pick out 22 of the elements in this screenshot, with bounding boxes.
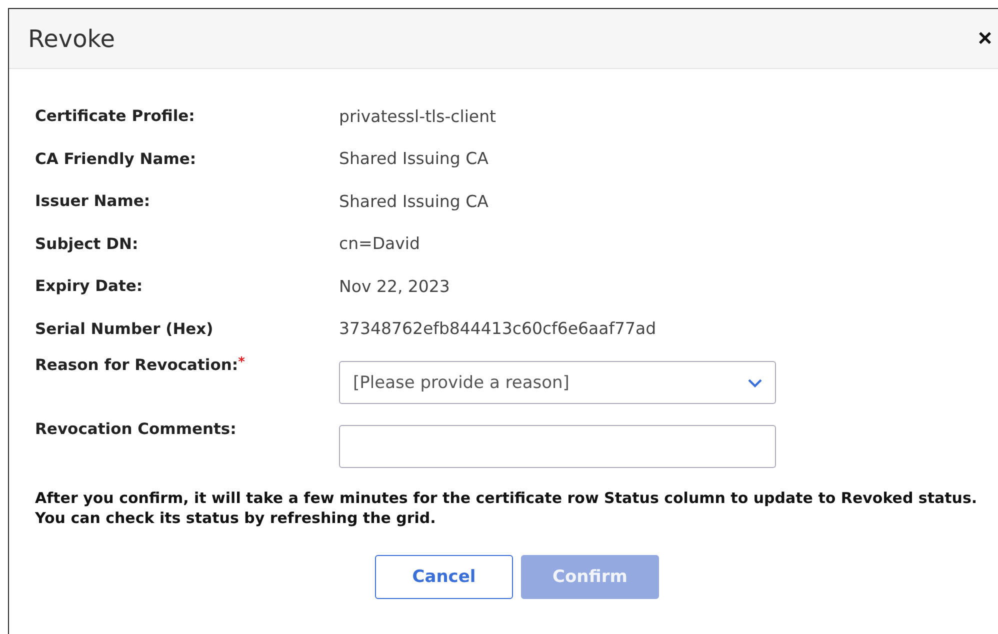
field-label: CA Friendly Name:	[35, 150, 198, 168]
field-value: Shared Issuing CA	[339, 192, 488, 211]
close-button[interactable]: ×	[976, 24, 994, 52]
notice-text: After you confirm, it will take a few minutes for the certificate row Status column to update to Revoked status. You can check its status by refreshing the grid.	[35, 488, 978, 528]
cancel-button[interactable]: Cancel	[375, 555, 513, 599]
comments-field[interactable]	[339, 425, 776, 468]
reason-dropdown[interactable]: [Please provide a reason]	[339, 361, 776, 404]
field-label: Serial Number (Hex)	[35, 320, 214, 338]
required-asterisk: *	[238, 356, 245, 369]
chevron-down-icon	[747, 378, 763, 388]
dialog-title: Revoke	[28, 24, 116, 52]
field-value: 37348762efb844413c60cf6e6aaf77ad	[339, 319, 656, 338]
field-label: Issuer Name:	[35, 192, 152, 210]
field-label: Expiry Date:	[35, 277, 144, 296]
field-value: Nov 22, 2023	[339, 276, 450, 296]
field-label: Revocation Comments:	[35, 420, 236, 438]
field-label: Reason for Revocation:	[35, 356, 238, 374]
field-label: Certificate Profile:	[35, 107, 196, 126]
field-value: privatessl-tls-client	[339, 106, 496, 126]
field-value: cn=David	[339, 234, 420, 254]
field-value: Shared Issuing CA	[339, 149, 488, 168]
field-label: Subject DN:	[35, 234, 140, 253]
